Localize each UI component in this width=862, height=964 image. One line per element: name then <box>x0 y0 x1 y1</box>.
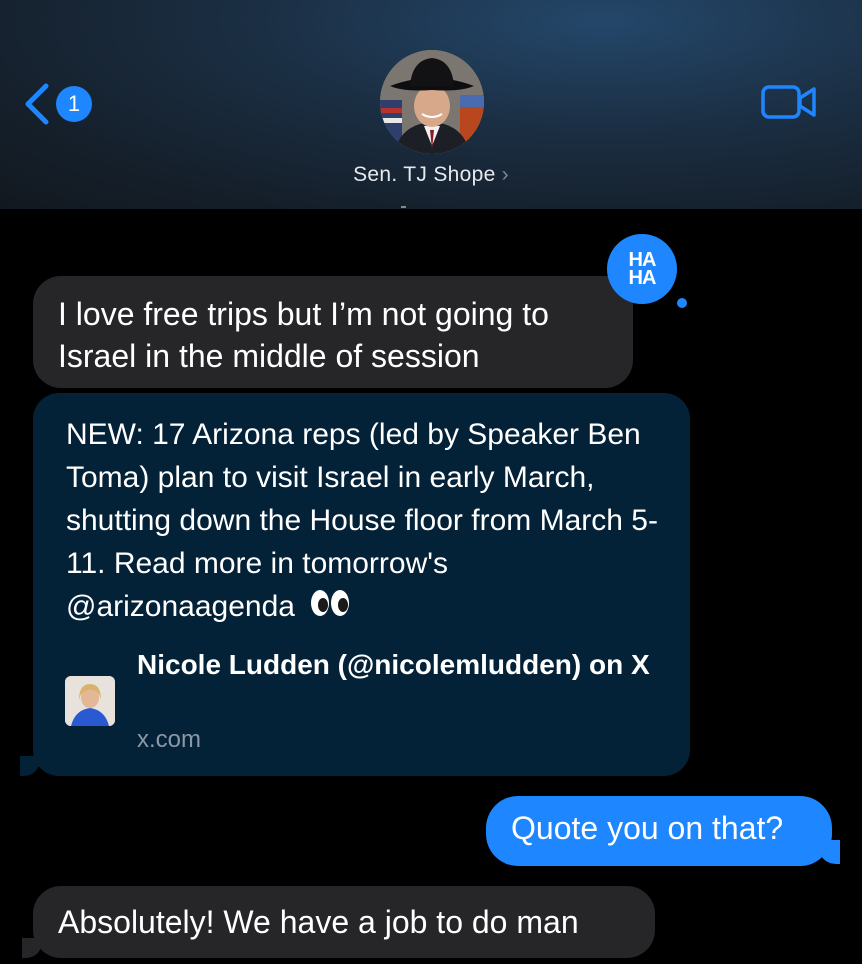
haha-reaction-badge[interactable]: HA HA <box>607 234 677 304</box>
link-domain: x.com <box>137 726 202 753</box>
bubble-tail <box>818 840 840 864</box>
reaction-tail-dot <box>677 298 687 308</box>
link-preview-text: NEW: 17 Arizona reps (led by Speaker Ben… <box>66 413 676 630</box>
link-thumbnail <box>65 676 115 726</box>
video-call-button[interactable] <box>760 82 818 127</box>
contact-name: Sen. TJ Shope <box>353 163 496 186</box>
incoming-message-bubble[interactable]: Absolutely! We have a job to do man <box>33 886 655 958</box>
eyes-emoji-icon <box>309 587 351 630</box>
message-text: Absolutely! We have a job to do man <box>58 904 579 940</box>
contact-name-button[interactable]: Sen. TJ Shope › <box>0 163 862 187</box>
chevron-right-icon: › <box>501 163 509 186</box>
chevron-left-icon <box>22 82 52 126</box>
bubble-tail <box>22 938 42 958</box>
reaction-text-bottom: HA <box>628 267 657 289</box>
back-button[interactable]: 1 <box>22 82 92 126</box>
incoming-message-bubble[interactable]: I love free trips but I’m not going to I… <box>33 276 633 388</box>
contact-avatar[interactable] <box>380 50 484 154</box>
bubble-tail <box>20 756 40 776</box>
link-title: Nicole Ludden (@nicolemludden) on X <box>137 649 650 680</box>
outgoing-message-bubble[interactable]: Quote you on that? <box>486 796 832 866</box>
divider-mark <box>401 206 406 208</box>
message-text: Quote you on that? <box>511 810 784 846</box>
unread-count-badge: 1 <box>56 86 92 122</box>
message-text: I love free trips but I’m not going to I… <box>58 296 549 374</box>
conversation-header: 1 Sen. TJ Shope › <box>0 0 862 209</box>
video-camera-icon <box>760 85 818 126</box>
link-preview-body: NEW: 17 Arizona reps (led by Speaker Ben… <box>66 418 658 623</box>
link-preview-bubble[interactable]: NEW: 17 Arizona reps (led by Speaker Ben… <box>33 393 690 776</box>
